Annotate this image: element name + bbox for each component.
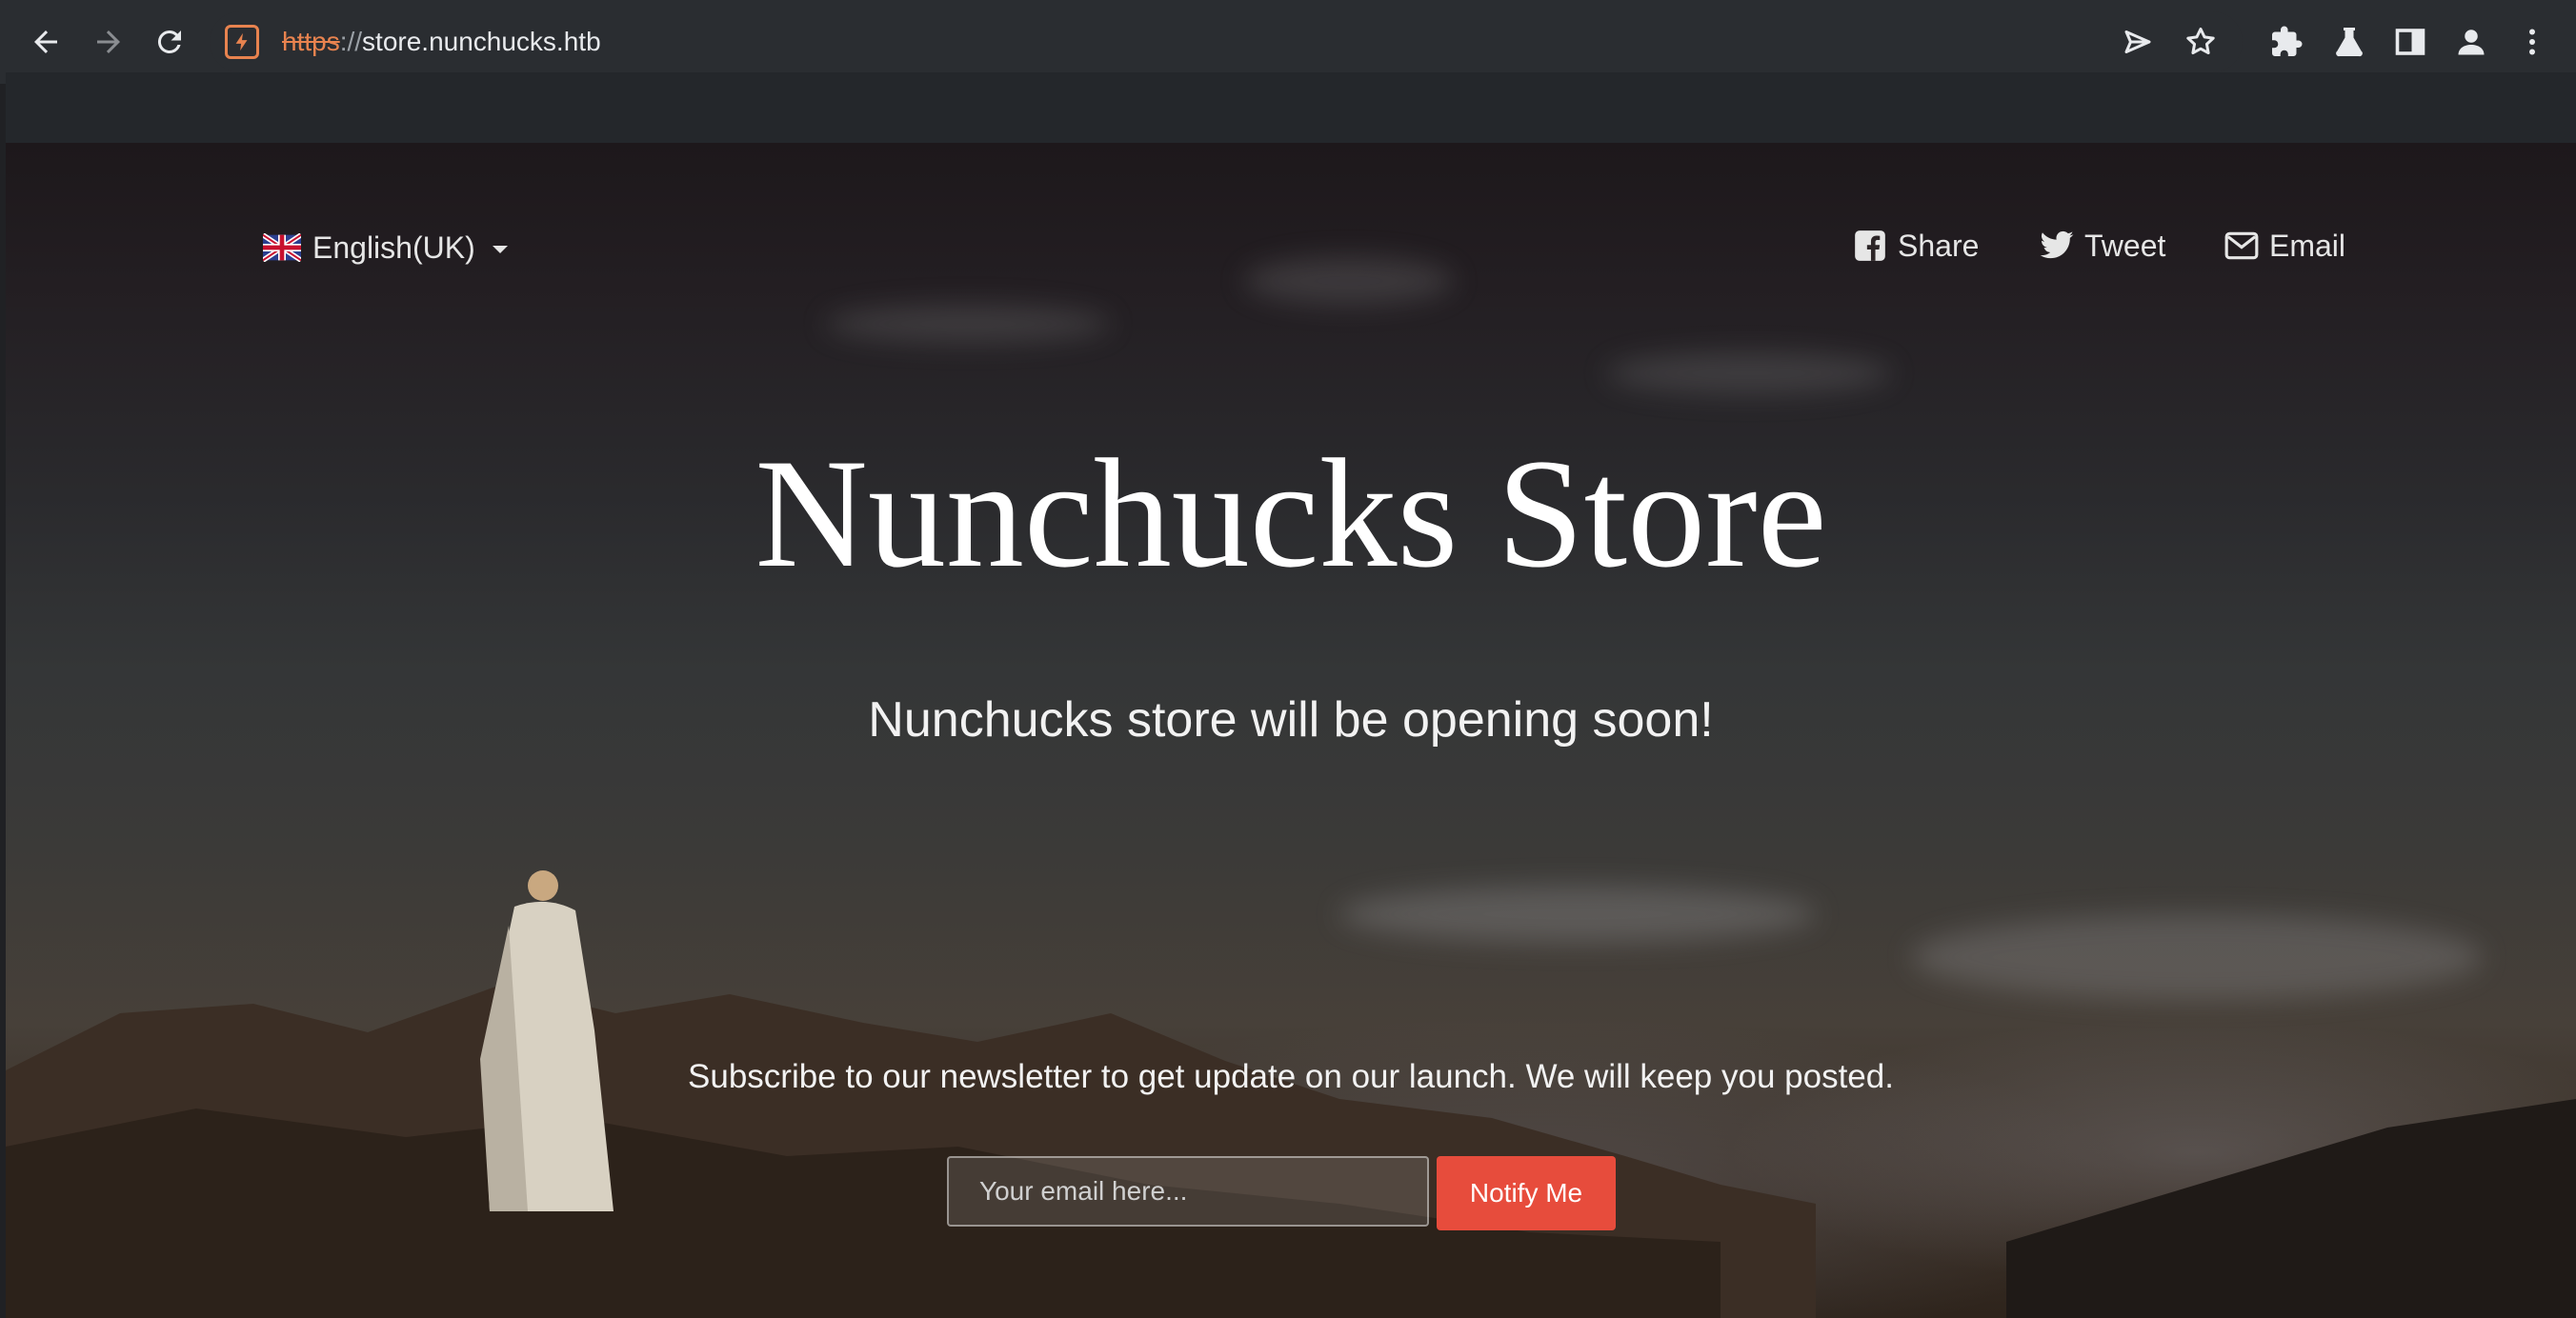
share-email-link[interactable]: Email <box>2224 223 2345 269</box>
newsletter-description: Subscribe to our newsletter to get updat… <box>688 1058 1894 1095</box>
site-info-icon[interactable] <box>225 25 259 59</box>
share-twitter-link[interactable]: Tweet <box>2039 223 2165 269</box>
page-subtitle: Nunchucks store will be opening soon! <box>868 692 1714 748</box>
labs-flask-icon[interactable] <box>2328 21 2370 63</box>
url-separator: :// <box>339 27 363 56</box>
background-cloud <box>1244 257 1454 305</box>
tweet-label: Tweet <box>2084 228 2166 263</box>
page-viewport: English(UK) Share Tweet Email Nunchucks … <box>6 143 2576 1318</box>
url-text[interactable]: https://store.nunchucks.htb <box>282 25 601 59</box>
language-selector[interactable]: English(UK) <box>263 227 508 269</box>
uk-flag-icon <box>263 233 301 262</box>
back-arrow-icon[interactable] <box>21 17 70 67</box>
bookmark-star-icon[interactable] <box>2180 21 2222 63</box>
notify-me-button[interactable]: Notify Me <box>1437 1156 1616 1230</box>
robed-figure <box>480 870 614 1211</box>
email-field[interactable] <box>947 1156 1429 1227</box>
more-menu-icon[interactable] <box>2511 21 2553 63</box>
rocky-summit <box>6 985 2576 1318</box>
page-title: Nunchucks Store <box>755 428 1827 600</box>
facebook-icon <box>1855 230 1885 261</box>
url-host: store.nunchucks.htb <box>362 27 601 56</box>
language-label: English(UK) <box>312 230 475 265</box>
reload-icon[interactable] <box>145 17 194 67</box>
share-facebook-link[interactable]: Share <box>1852 223 1979 269</box>
share-label: Share <box>1898 228 1980 263</box>
profile-icon[interactable] <box>2450 21 2492 63</box>
forward-arrow-icon[interactable] <box>84 17 133 67</box>
background-cloud <box>1339 886 1816 943</box>
envelope-icon <box>2224 231 2259 260</box>
send-icon[interactable] <box>2117 21 2159 63</box>
side-panel-icon[interactable] <box>2389 21 2431 63</box>
chevron-down-icon <box>492 246 508 253</box>
email-label: Email <box>2269 228 2346 263</box>
extensions-icon[interactable] <box>2265 21 2307 63</box>
twitter-icon <box>2040 230 2074 259</box>
browser-toolbar-strip <box>6 72 2576 143</box>
url-scheme: https <box>282 27 340 56</box>
background-cloud <box>1606 352 1892 394</box>
background-cloud <box>825 305 1111 343</box>
browser-chrome: https://store.nunchucks.htb <box>0 0 2576 143</box>
